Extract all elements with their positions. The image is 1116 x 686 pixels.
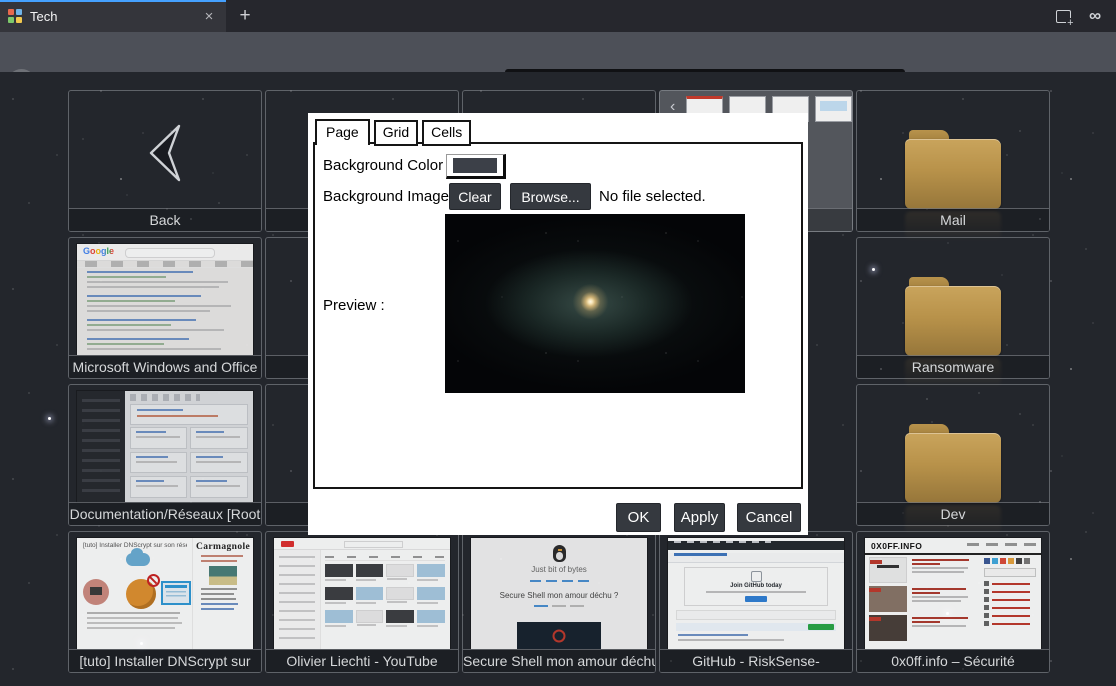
preview-image: [445, 214, 745, 393]
clear-button[interactable]: Clear: [449, 183, 501, 210]
tab-tech[interactable]: Tech ×: [0, 0, 226, 32]
google-logo: Google: [83, 247, 114, 256]
back-chevron-icon: [143, 122, 187, 184]
tile-thumbnail: 0X0FF.INFO: [865, 538, 1041, 649]
article-heading: Secure Shell mon amour déchu ?: [471, 591, 647, 600]
tile-github-risksense[interactable]: Join GitHub today GitHub - RiskSense-: [659, 531, 853, 673]
settings-dialog: Page Grid Cells Background Color : Backg…: [308, 113, 808, 535]
tile-mail[interactable]: Mail: [856, 90, 1050, 232]
folder-icon: [905, 286, 1001, 356]
active-tab-indicator: [0, 0, 226, 2]
cancel-button[interactable]: Cancel: [737, 503, 801, 532]
tile-label: Back: [69, 208, 261, 231]
tile-olivier-liechti[interactable]: Olivier Liechti - YouTube: [265, 531, 459, 673]
folder-icon: [905, 433, 1001, 503]
tile-documentation-reseaux[interactable]: Documentation/Réseaux [Root: [68, 384, 262, 526]
new-tab-button[interactable]: +: [230, 0, 260, 32]
tile-thumbnail: Google: [77, 244, 253, 355]
tab-title: Tech: [30, 9, 200, 24]
nav-toolbar: ← → ⌂ ⓘ Extension (Quick Dial) moz-exten…: [0, 32, 1116, 72]
new-window-icon[interactable]: [1048, 0, 1078, 32]
youtube-logo: [281, 541, 294, 547]
github-banner-text: Join GitHub today: [685, 583, 827, 589]
infinity-icon[interactable]: ∞: [1080, 0, 1110, 32]
browse-button[interactable]: Browse...: [510, 183, 591, 210]
dialog-tab-strip: Page Grid Cells: [315, 120, 471, 146]
folder-icon: [905, 139, 1001, 209]
google-search-box: [125, 248, 215, 258]
tab-close-icon[interactable]: ×: [200, 8, 218, 25]
github-signup-button: [745, 596, 767, 602]
ok-button[interactable]: OK: [616, 503, 661, 532]
tile-ransomware[interactable]: Ransomware: [856, 237, 1050, 379]
new-window-glyph: [1056, 10, 1071, 23]
tile-0x0ff[interactable]: 0X0FF.INFO: [856, 531, 1050, 673]
background-color-label: Background Color :: [323, 157, 451, 174]
quick-dial-favicon: [8, 9, 22, 23]
tile-thumbnail: Join GitHub today: [668, 538, 844, 649]
apply-button[interactable]: Apply: [674, 503, 725, 532]
tile-dev[interactable]: Dev: [856, 384, 1050, 526]
no-file-text: No file selected.: [599, 188, 706, 205]
blog-title: Just bit of bytes: [471, 565, 647, 574]
tab-cells[interactable]: Cells: [422, 120, 471, 146]
penguin-logo: [553, 545, 566, 562]
tile-thumbnail: [tuto] Installer DNScrypt sur son réseau…: [77, 538, 253, 649]
article-image: [517, 622, 602, 649]
tile-back[interactable]: Back: [68, 90, 262, 232]
tile-thumbnail: [77, 391, 253, 502]
background-image-label: Background Image :: [323, 188, 457, 205]
tile-thumbnail: [274, 538, 450, 649]
tile-dnscrypt[interactable]: [tuto] Installer DNScrypt sur son réseau…: [68, 531, 262, 673]
tab-bar: Tech × + ∞: [0, 0, 1116, 32]
tab-grid[interactable]: Grid: [374, 120, 418, 146]
tile-secure-shell[interactable]: Just bit of bytes Secure Shell mon amour…: [462, 531, 656, 673]
tile-microsoft-windows-and-office[interactable]: Google Microsoft Windows and Office: [68, 237, 262, 379]
tile-thumbnail: Just bit of bytes Secure Shell mon amour…: [471, 538, 647, 649]
oxff-logo: 0X0FF.INFO: [871, 541, 922, 551]
preview-label: Preview :: [323, 297, 385, 314]
carmagnole-site-title: Carmagnole: [193, 542, 253, 552]
swatch-color: [453, 158, 497, 173]
background-color-swatch[interactable]: [446, 154, 506, 179]
tab-page[interactable]: Page: [315, 119, 370, 145]
